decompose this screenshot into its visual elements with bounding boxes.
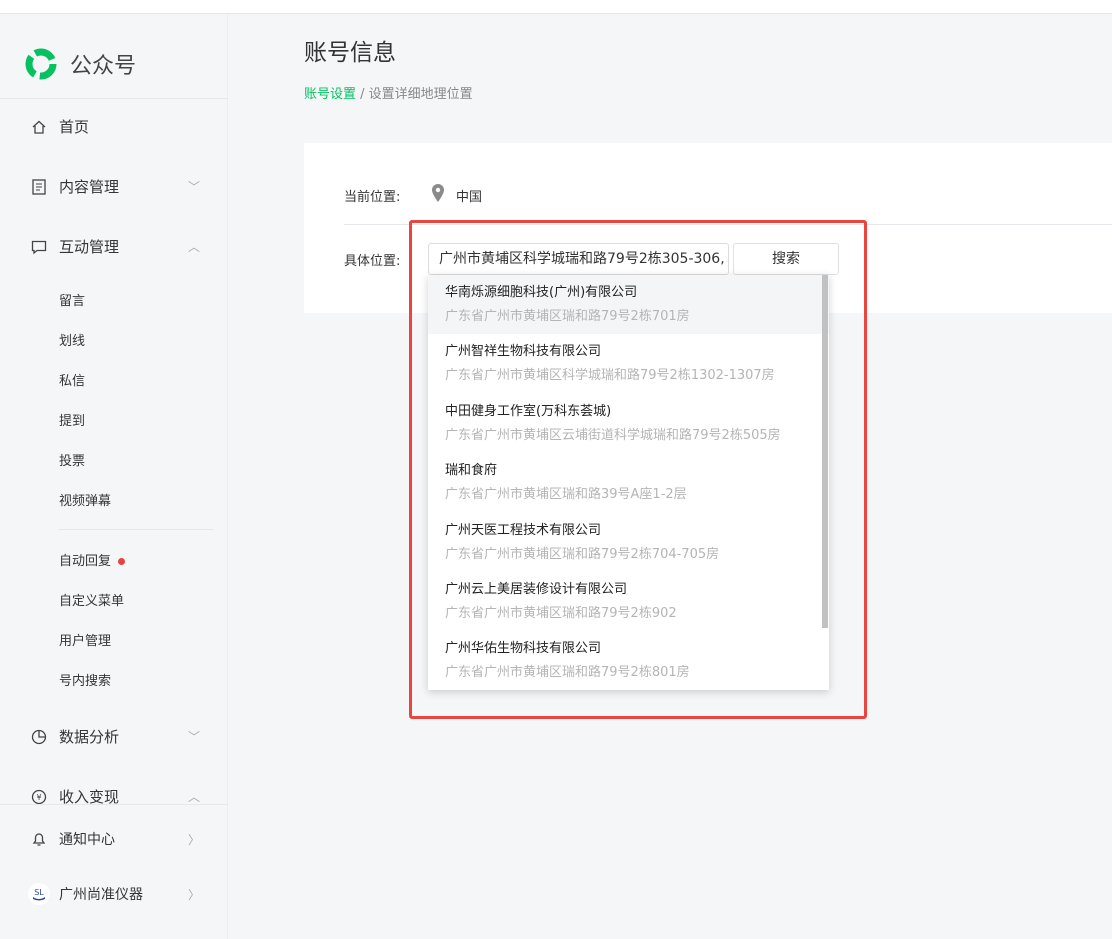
chevron-down-icon: ﹀ — [187, 730, 200, 744]
chevron-up-icon: ︿ — [187, 240, 200, 254]
home-icon — [30, 118, 48, 136]
highlight-annotation-box — [409, 220, 867, 719]
divider — [59, 529, 213, 530]
sidebar-sub-user-management[interactable]: 用户管理 — [59, 630, 111, 649]
bell-icon — [30, 830, 48, 848]
sidebar-item-label: 通知中心 — [59, 832, 115, 848]
chevron-up-icon: ︿ — [187, 790, 200, 804]
map-pin-icon — [432, 184, 444, 202]
account-avatar: SL — [28, 883, 50, 905]
brand-logo[interactable]: 公众号 — [24, 47, 136, 81]
wechat-mp-logo-icon — [25, 48, 57, 80]
chevron-down-icon: ﹀ — [187, 180, 200, 194]
sidebar-sub-underline[interactable]: 划线 — [59, 330, 85, 349]
document-icon — [30, 178, 48, 196]
divider — [0, 804, 228, 805]
svg-text:SL: SL — [34, 888, 44, 897]
divider — [0, 98, 228, 99]
detail-location-label: 具体位置: — [344, 254, 401, 269]
chevron-right-icon: 〉 — [187, 887, 200, 902]
notification-dot — [118, 558, 126, 565]
chevron-right-icon: 〉 — [187, 832, 200, 847]
breadcrumb-current: 设置详细地理位置 — [368, 87, 473, 102]
sidebar-item-label: 数据分析 — [59, 728, 120, 746]
sidebar-item-label: 广州尚准仪器 — [59, 887, 143, 903]
sidebar-sub-label: 自动回复 — [59, 554, 112, 569]
sidebar-item-label: 内容管理 — [59, 178, 120, 196]
sidebar-item-label: 首页 — [59, 118, 90, 136]
pie-chart-icon — [30, 728, 48, 746]
breadcrumb-link[interactable]: 账号设置 — [304, 87, 356, 102]
sidebar-item-notifications[interactable]: 通知中心 〉 — [30, 829, 200, 849]
sidebar-item-label: 互动管理 — [59, 238, 120, 256]
brand-name: 公众号 — [70, 54, 137, 79]
sidebar-item-account[interactable]: SL 广州尚准仪器 〉 — [28, 883, 200, 905]
sidebar-sub-messages[interactable]: 私信 — [59, 370, 85, 389]
sidebar-sub-danmaku[interactable]: 视频弹幕 — [59, 490, 111, 509]
sidebar-item-analytics[interactable]: 数据分析 ﹀ — [30, 726, 200, 747]
page-title: 账号信息 — [304, 40, 396, 66]
current-location-label: 当前位置: — [344, 190, 401, 205]
sidebar-item-interaction[interactable]: 互动管理 ︿ — [30, 236, 200, 257]
browser-bookmarks-bar — [0, 0, 1112, 14]
current-location-value: 中国 — [456, 190, 483, 205]
breadcrumb: 账号设置 / 设置详细地理位置 — [304, 83, 473, 102]
yen-icon: ¥ — [30, 788, 48, 806]
sidebar-sub-auto-reply[interactable]: 自动回复 — [59, 550, 126, 569]
sidebar-item-content[interactable]: 内容管理 ﹀ — [30, 176, 200, 197]
sidebar-sub-custom-menu[interactable]: 自定义菜单 — [59, 590, 124, 609]
svg-text:¥: ¥ — [36, 793, 41, 802]
sidebar-sub-search[interactable]: 号内搜索 — [59, 670, 111, 689]
breadcrumb-separator: / — [356, 87, 369, 102]
sidebar: 公众号 首页 内容管理 ﹀ 互动管理 ︿ 留言 划线 私信 提到 投票 视频弹幕… — [0, 14, 228, 939]
sidebar-item-home[interactable]: 首页 — [30, 116, 200, 137]
sidebar-sub-votes[interactable]: 投票 — [59, 450, 85, 469]
sidebar-sub-mentions[interactable]: 提到 — [59, 410, 85, 429]
chat-icon — [30, 238, 48, 256]
sidebar-sub-comments[interactable]: 留言 — [59, 290, 85, 309]
